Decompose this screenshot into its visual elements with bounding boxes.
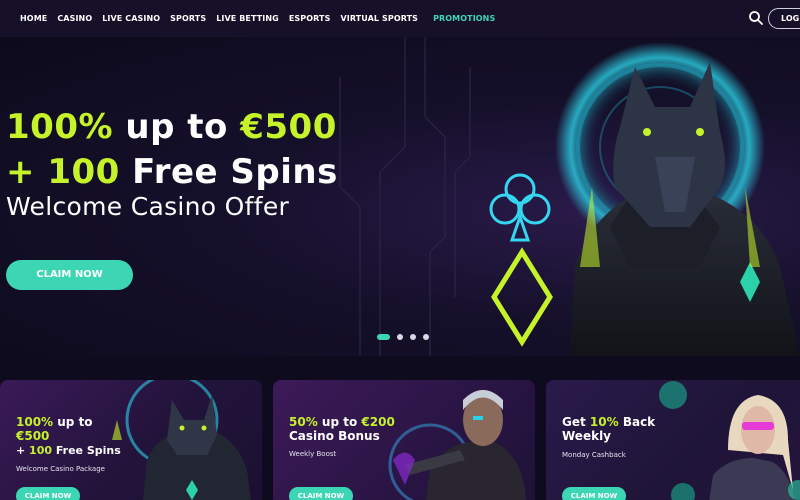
card-cashback-claim-button[interactable]: CLAIM NOW [562, 487, 626, 500]
hero-claim-button[interactable]: CLAIM NOW [6, 260, 133, 290]
nav-casino[interactable]: CASINO [57, 14, 92, 23]
nav-links: HOME CASINO LIVE CASINO SPORTS LIVE BETT… [20, 14, 505, 23]
hero-subtitle: Welcome Casino Offer [6, 192, 290, 221]
card-cashback-get: Get [562, 415, 590, 429]
hero-plus: + [6, 152, 48, 192]
hero-headline-line1: 100% up to €500 [6, 105, 338, 150]
card-welcome-percent: 100% [16, 415, 54, 429]
carousel-dot-2[interactable] [397, 334, 403, 340]
carousel-dots [377, 334, 436, 340]
card-weekly-percent: 50% [289, 415, 318, 429]
nav-home[interactable]: HOME [20, 14, 47, 23]
search-icon[interactable] [748, 10, 764, 26]
card-weekly-claim-button[interactable]: CLAIM NOW [289, 487, 353, 500]
hero-free-spins: Free Spins [119, 152, 338, 192]
wolf-character-artwork [489, 42, 800, 356]
card-weekly-bonus: Casino Bonus [289, 429, 380, 443]
promo-card-welcome[interactable]: 100% up to €500 + 100 Free Spins Welcome… [0, 380, 262, 500]
card-welcome-title: 100% up to €500 + 100 Free Spins [16, 415, 136, 458]
card-cashback-percent: 10% [589, 415, 619, 429]
card-weekly-title: 50% up to €200 Casino Bonus [289, 415, 409, 443]
card-welcome-up-to: up to [53, 415, 93, 429]
hero-percent: 100% [6, 107, 114, 147]
card-welcome-claim-button[interactable]: CLAIM NOW [16, 487, 80, 500]
card-cashback-subtitle: Monday Cashback [562, 451, 626, 459]
hero-headline-line2: + 100 Free Spins [6, 150, 338, 195]
nav-live-casino[interactable]: LIVE CASINO [102, 14, 160, 23]
hero-banner: 100% up to €500 + 100 Free Spins Welcome… [0, 37, 800, 356]
nav-virtual-sports[interactable]: VIRTUAL SPORTS [340, 14, 418, 23]
card-welcome-spins-count: 100 [29, 444, 53, 457]
top-navigation: HOME CASINO LIVE CASINO SPORTS LIVE BETT… [0, 0, 800, 37]
carousel-dot-1[interactable] [377, 334, 390, 340]
nav-live-betting[interactable]: LIVE BETTING [216, 14, 279, 23]
nav-esports[interactable]: ESPORTS [289, 14, 331, 23]
card-cashback-back: Back [618, 415, 656, 429]
card-cashback-weekly: Weekly [562, 429, 612, 443]
carousel-dot-3[interactable] [410, 334, 416, 340]
card-cashback-title: Get 10% Back Weekly [562, 415, 682, 443]
hero-spins-count: 100 [47, 152, 120, 192]
promo-card-cashback[interactable]: Get 10% Back Weekly Monday Cashback CLAI… [546, 380, 800, 500]
login-button[interactable]: LOG IN [768, 8, 800, 29]
card-weekly-amount: €200 [361, 415, 395, 429]
nav-promotions[interactable]: PROMOTIONS [433, 14, 495, 23]
promo-card-weekly-boost[interactable]: 50% up to €200 Casino Bonus Weekly Boost… [273, 380, 535, 500]
card-welcome-subtitle: Welcome Casino Package [16, 465, 105, 473]
hero-up-to: up to [113, 107, 241, 147]
hero-amount: €500 [240, 107, 337, 147]
card-weekly-up-to: up to [317, 415, 362, 429]
card-welcome-amount: €500 [16, 429, 50, 443]
carousel-dot-4[interactable] [423, 334, 429, 340]
card-welcome-free-spins: Free Spins [52, 444, 121, 457]
hero-headline: 100% up to €500 + 100 Free Spins [6, 105, 338, 195]
card-weekly-subtitle: Weekly Boost [289, 450, 337, 458]
nav-sports[interactable]: SPORTS [170, 14, 206, 23]
card-welcome-plus: + [16, 444, 30, 457]
